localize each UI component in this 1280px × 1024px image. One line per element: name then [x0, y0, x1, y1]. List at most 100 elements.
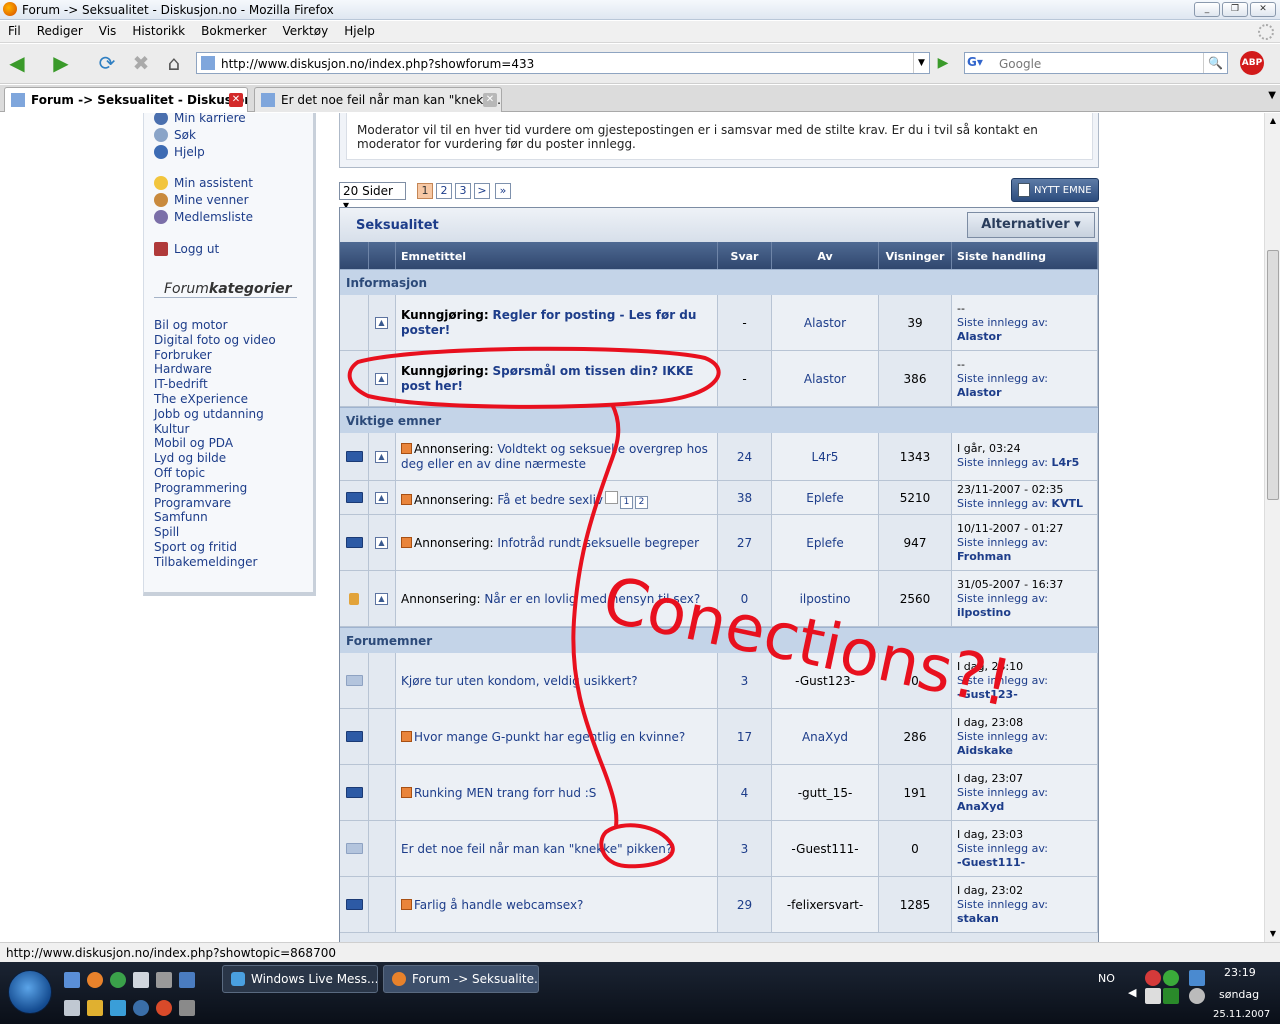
- topic-title-link[interactable]: Kjøre tur uten kondom, veldig usikkert?: [401, 674, 638, 688]
- options-button[interactable]: Alternativer ▾: [967, 212, 1095, 238]
- category-link[interactable]: Sport og fritid: [154, 540, 237, 554]
- google-engine-icon[interactable]: G▾: [967, 55, 995, 71]
- author-link[interactable]: AnaXyd: [802, 730, 848, 744]
- author-link[interactable]: Alastor: [804, 316, 846, 330]
- author-link[interactable]: Eplefe: [806, 491, 844, 505]
- quicklaunch-icon-7[interactable]: [64, 1000, 80, 1016]
- topic-page-link[interactable]: 2: [635, 495, 649, 509]
- back-icon[interactable]: ◀: [4, 52, 30, 76]
- menu-rediger[interactable]: Rediger: [29, 21, 91, 38]
- search-bar[interactable]: G▾ Google 🔍: [964, 52, 1228, 74]
- category-link[interactable]: Jobb og utdanning: [154, 407, 264, 421]
- author-link[interactable]: -gutt_15-: [798, 786, 853, 800]
- page-last[interactable]: »: [495, 183, 511, 199]
- last-post-user-link[interactable]: AnaXyd: [957, 800, 1004, 813]
- reply-count[interactable]: 24: [737, 450, 752, 464]
- category-link[interactable]: Programmering: [154, 481, 247, 495]
- volume-icon[interactable]: [1189, 988, 1205, 1004]
- quicklaunch-icon-12[interactable]: [179, 1000, 195, 1016]
- home-icon[interactable]: ⌂: [161, 52, 187, 76]
- new-topic-button[interactable]: NYTT EMNE: [1011, 178, 1099, 202]
- tray-icon-5[interactable]: [1163, 988, 1179, 1004]
- task-messenger[interactable]: Windows Live Mess...: [222, 965, 378, 993]
- sidebar-link-hjelp[interactable]: Hjelp: [174, 145, 205, 159]
- adblock-icon[interactable]: ABP: [1240, 51, 1264, 75]
- topic-title-link[interactable]: Runking MEN trang forr hud :S: [414, 786, 596, 800]
- tray-messenger-icon[interactable]: [1163, 970, 1179, 986]
- sidebar-link-sok[interactable]: Søk: [174, 128, 196, 142]
- category-link[interactable]: Bil og motor: [154, 318, 228, 332]
- window-switcher-icon[interactable]: [179, 972, 195, 988]
- col-title[interactable]: Emnetittel: [396, 242, 718, 269]
- tab-list-icon[interactable]: ▼: [1268, 90, 1276, 101]
- search-icon[interactable]: 🔍: [1203, 53, 1227, 73]
- messenger-quicklaunch-icon[interactable]: [110, 1000, 126, 1016]
- topic-title-link[interactable]: Når er en lovlig med hensyn til sex?: [484, 592, 700, 606]
- search-input[interactable]: Google: [999, 57, 1041, 71]
- reply-count[interactable]: 0: [741, 592, 749, 606]
- topic-title-link[interactable]: Hvor mange G-punkt har egentlig en kvinn…: [414, 730, 685, 744]
- tray-network-icon[interactable]: [1189, 970, 1205, 986]
- last-post-user-link[interactable]: Frohman: [957, 550, 1011, 563]
- firefox-quicklaunch-icon[interactable]: [87, 972, 103, 988]
- category-link[interactable]: The eXperience: [154, 392, 248, 406]
- col-replies[interactable]: Svar: [718, 242, 772, 269]
- sidebar-link-medlemsliste[interactable]: Medlemsliste: [174, 210, 253, 224]
- last-post-user-link[interactable]: stakan: [957, 912, 999, 925]
- last-post-user-link[interactable]: KVTL: [1052, 497, 1084, 510]
- tab-topic[interactable]: Er det noe feil når man kan "knekke... ✕: [254, 87, 502, 112]
- scroll-thumb[interactable]: [1267, 250, 1279, 500]
- page-scrollbar[interactable]: ▲ ▼: [1264, 113, 1280, 942]
- author-link[interactable]: Eplefe: [806, 536, 844, 550]
- category-link[interactable]: Mobil og PDA: [154, 436, 233, 450]
- last-post-user-link[interactable]: Alastor: [957, 386, 1002, 399]
- go-icon[interactable]: ▶: [932, 53, 954, 73]
- steam-icon[interactable]: [156, 972, 172, 988]
- menu-hjelp[interactable]: Hjelp: [336, 21, 383, 38]
- language-indicator[interactable]: NO: [1098, 972, 1115, 985]
- menu-vis[interactable]: Vis: [91, 21, 125, 38]
- close-button[interactable]: ✕: [1250, 2, 1276, 17]
- sidebar-link-assistent[interactable]: Min assistent: [174, 176, 253, 190]
- url-text[interactable]: http://www.diskusjon.no/index.php?showfo…: [221, 57, 534, 71]
- stop-icon[interactable]: ✖: [128, 52, 154, 76]
- quicklaunch-icon-11[interactable]: [156, 1000, 172, 1016]
- author-link[interactable]: -Guest111-: [791, 842, 858, 856]
- utorrent-icon[interactable]: [110, 972, 126, 988]
- quicklaunch-icon-8[interactable]: [87, 1000, 103, 1016]
- col-author[interactable]: Av: [772, 242, 879, 269]
- category-link[interactable]: Tilbakemeldinger: [154, 555, 257, 569]
- page-3[interactable]: 3: [455, 183, 471, 199]
- clock-day[interactable]: søndag: [1219, 988, 1259, 1001]
- topic-title-link[interactable]: Farlig å handle webcamsex?: [414, 898, 583, 912]
- category-link[interactable]: Hardware: [154, 362, 212, 376]
- col-views[interactable]: Visninger: [879, 242, 952, 269]
- author-link[interactable]: ilpostino: [800, 592, 851, 606]
- clock-time[interactable]: 23:19: [1224, 966, 1256, 979]
- last-post-user-link[interactable]: -Gust123-: [957, 688, 1018, 701]
- menu-bokmerker[interactable]: Bokmerker: [193, 21, 274, 38]
- page-jump-icon[interactable]: [605, 490, 619, 504]
- page-1[interactable]: 1: [417, 183, 433, 199]
- page-next[interactable]: >: [474, 183, 490, 199]
- author-link[interactable]: L4r5: [812, 450, 839, 464]
- menu-fil[interactable]: Fil: [0, 21, 29, 38]
- sidebar-link-logout[interactable]: Logg ut: [174, 242, 219, 256]
- task-firefox[interactable]: Forum -> Seksualite...: [383, 965, 539, 993]
- category-link[interactable]: Samfunn: [154, 510, 208, 524]
- quicklaunch-icon-10[interactable]: [133, 1000, 149, 1016]
- menu-historikk[interactable]: Historikk: [124, 21, 193, 38]
- topic-title-link[interactable]: Få et bedre sexliv: [497, 493, 603, 507]
- category-link[interactable]: Programvare: [154, 496, 231, 510]
- tray-icon-4[interactable]: [1145, 988, 1161, 1004]
- category-link[interactable]: Digital foto og video: [154, 333, 276, 347]
- reply-count[interactable]: 29: [737, 898, 752, 912]
- forward-icon[interactable]: ▶: [48, 52, 74, 76]
- clock-date[interactable]: 25.11.2007: [1213, 1009, 1270, 1020]
- col-last-action[interactable]: Siste handling: [952, 242, 1098, 269]
- category-link[interactable]: Off topic: [154, 466, 205, 480]
- last-post-user-link[interactable]: ilpostino: [957, 606, 1011, 619]
- menu-verktoy[interactable]: Verktøy: [275, 21, 337, 38]
- last-post-user-link[interactable]: L4r5: [1052, 456, 1080, 469]
- author-link[interactable]: Alastor: [804, 372, 846, 386]
